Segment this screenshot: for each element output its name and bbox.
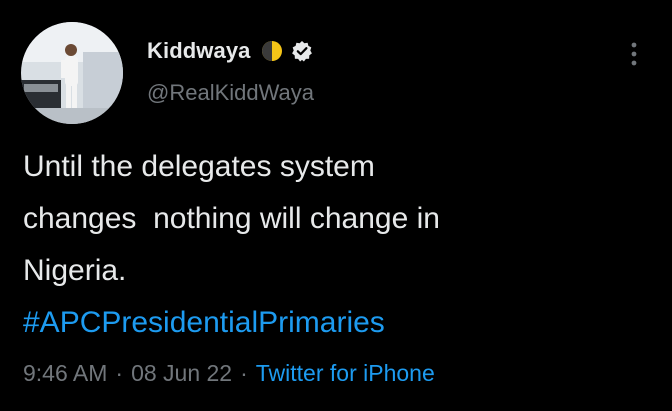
verified-badge-icon[interactable] <box>291 40 313 62</box>
more-options-button[interactable] <box>620 36 648 72</box>
tweet-metadata: 9:46 AM · 08 Jun 22 · Twitter for iPhone <box>23 360 435 387</box>
tweet-source-link[interactable]: Twitter for iPhone <box>256 360 435 387</box>
user-handle[interactable]: @RealKiddWaya <box>147 80 314 106</box>
tweet-main-text: Until the delegates system changes nothi… <box>23 150 440 287</box>
tweet-time[interactable]: 9:46 AM <box>23 360 107 387</box>
separator-dot: · <box>240 360 248 386</box>
tweet-date[interactable]: 08 Jun 22 <box>131 360 232 387</box>
more-dots-icon <box>631 42 637 66</box>
separator-dot: · <box>115 360 124 386</box>
tweet-card: Kiddwaya @RealKiddWaya Until the delegat… <box>0 0 672 411</box>
avatar-photo <box>21 22 123 124</box>
display-name[interactable]: Kiddwaya <box>147 38 251 64</box>
name-row: Kiddwaya <box>147 36 314 66</box>
hashtag-link[interactable]: #APCPresidentialPrimaries <box>23 306 385 339</box>
author-identity: Kiddwaya @RealKiddWaya <box>147 36 314 106</box>
moon-icon <box>261 40 283 62</box>
avatar[interactable] <box>21 22 123 124</box>
tweet-text: Until the delegates system changes nothi… <box>23 141 663 349</box>
